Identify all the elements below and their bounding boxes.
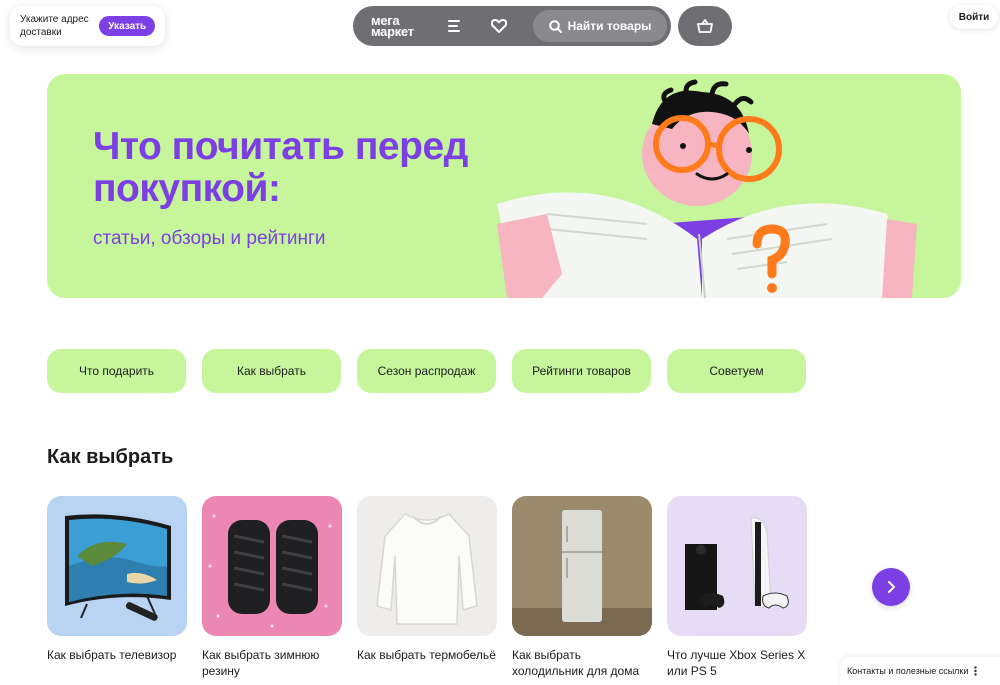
footer-links-label: Контакты и полезные ссылки [847,666,969,676]
cart-button[interactable] [678,6,732,46]
chip-gift-ideas[interactable]: Что подарить [47,349,186,393]
article-card[interactable]: Что лучше Xbox Series X или PS 5 [667,496,807,679]
chip-recommended[interactable]: Советуем [667,349,806,393]
article-card[interactable]: Как выбрать зимнюю резину [202,496,342,679]
menu-icon [448,20,460,32]
carousel-next-button[interactable] [872,568,910,606]
article-card-title: Как выбрать термобельё [357,648,496,662]
article-cards: Как выбрать телевизор Как выбрать зимнюю… [47,496,807,679]
logo[interactable]: мега маркет [353,14,433,39]
search-icon [548,19,562,33]
thermal-underwear-image [357,496,497,636]
category-chips: Что подарить Как выбрать Сезон распродаж… [47,349,806,393]
more-vertical-icon [974,666,978,676]
article-card[interactable]: Как выбрать холодильник для дома [512,496,652,679]
consoles-image [667,496,807,636]
article-card-title: Как выбрать зимнюю резину [202,648,320,678]
catalog-menu-button[interactable] [433,6,477,46]
footer-links-toggle[interactable]: Контакты и полезные ссылки [840,657,1000,685]
article-card[interactable]: Как выбрать телевизор [47,496,187,679]
chip-product-ratings[interactable]: Рейтинги товаров [512,349,651,393]
login-button[interactable]: Войти [950,5,998,29]
hero-title: Что почитать перед покупкой: [93,125,468,210]
article-card-title: Как выбрать телевизор [47,648,177,662]
article-card-title: Как выбрать холодильник для дома [512,648,640,678]
header-bar: мега маркет Найти товары [353,6,671,46]
section-title: Как выбрать [47,446,174,468]
fridge-image [512,496,652,636]
chip-sales-season[interactable]: Сезон распродаж [357,349,496,393]
search-label: Найти товары [567,19,652,33]
reader-illustration [497,79,917,298]
chevron-right-icon [888,581,895,593]
hero-subtitle: статьи, обзоры и рейтинги [93,228,326,249]
delivery-popup: Укажите адрес доставки Указать [10,6,165,46]
tv-image [47,496,187,636]
article-card-title: Что лучше Xbox Series X или PS 5 [667,648,806,678]
logo-line2: маркет [371,24,414,39]
chip-how-to-choose[interactable]: Как выбрать [202,349,341,393]
heart-icon [491,19,507,33]
favorites-button[interactable] [477,6,521,46]
article-card[interactable]: Как выбрать термобельё [357,496,497,679]
search-button[interactable]: Найти товары [533,10,667,42]
basket-icon [697,19,713,33]
set-address-button[interactable]: Указать [99,16,155,36]
delivery-text: Укажите адрес доставки [20,14,89,38]
hero-banner[interactable]: Что почитать перед покупкой: статьи, обз… [47,74,961,298]
winter-tires-image [202,496,342,636]
